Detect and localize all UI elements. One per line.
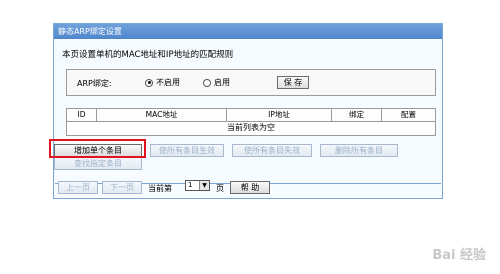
col-ip: IP地址 (227, 109, 332, 121)
arp-binding-panel: 静态ARP绑定设置 本页设置单机的MAC地址和IP地址的匹配规则 ARP绑定: … (53, 23, 443, 199)
chevron-down-icon[interactable]: ▼ (199, 181, 209, 190)
page-select[interactable]: 1 ▼ (185, 180, 210, 191)
radio-disable-label: 不启用 (156, 78, 180, 87)
arp-setting-box: ARP绑定: 不启用 启用 保 存 (66, 69, 436, 96)
radio-enable-label: 启用 (214, 78, 230, 87)
radio-disable-icon[interactable] (145, 78, 153, 87)
arp-binding-label: ARP绑定: (77, 79, 112, 88)
radio-enable[interactable]: 启用 (203, 77, 230, 88)
col-id: ID (67, 109, 97, 121)
panel-title: 静态ARP绑定设置 (54, 24, 442, 39)
enable-all-button[interactable]: 使所有条目生效 (150, 144, 224, 157)
next-page-button[interactable]: 下一页 (102, 181, 142, 194)
col-bind: 绑定 (332, 109, 382, 121)
prev-page-button[interactable]: 上一页 (58, 181, 98, 194)
panel-description: 本页设置单机的MAC地址和IP地址的匹配规则 (62, 50, 234, 60)
radio-enable-icon[interactable] (203, 78, 211, 87)
save-button[interactable]: 保 存 (277, 76, 309, 89)
disable-all-button[interactable]: 使所有条目失效 (232, 144, 312, 157)
help-button[interactable]: 帮 助 (230, 181, 270, 194)
col-mac: MAC地址 (97, 109, 227, 121)
table-empty-message: 当前列表为空 (227, 123, 275, 132)
current-page-prefix: 当前第 (148, 184, 172, 193)
highlight-box (49, 139, 146, 158)
radio-disable[interactable]: 不启用 (145, 77, 180, 88)
page-select-value: 1 (188, 181, 193, 189)
current-page-suffix: 页 (216, 184, 224, 193)
table-header: ID MAC地址 IP地址 绑定 配置 (67, 109, 435, 122)
delete-all-button[interactable]: 删除所有条目 (320, 144, 398, 157)
arp-table: ID MAC地址 IP地址 绑定 配置 当前列表为空 (66, 108, 436, 136)
watermark: Bai 经验 (432, 248, 486, 263)
col-config: 配置 (401, 110, 416, 119)
find-entry-button[interactable]: 查找指定条目 (54, 157, 142, 170)
